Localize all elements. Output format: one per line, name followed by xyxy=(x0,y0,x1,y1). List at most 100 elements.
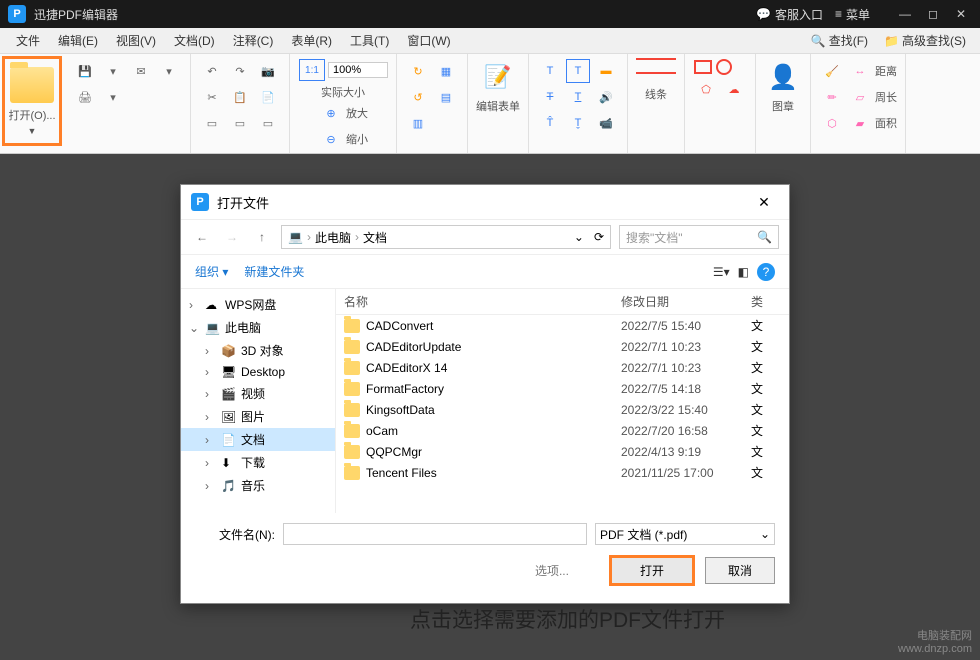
text-icon[interactable]: T̂ xyxy=(538,111,562,135)
shape-icon[interactable]: ⬡ xyxy=(820,111,844,135)
cut-icon[interactable]: ✂ xyxy=(200,85,224,109)
dropdown-icon[interactable]: ▾ xyxy=(101,59,125,83)
tree-item[interactable]: ›📄文档 xyxy=(181,428,335,451)
eraser-icon[interactable]: ✏ xyxy=(820,85,844,109)
menu-edit[interactable]: 编辑(E) xyxy=(50,29,106,52)
distance-icon[interactable]: ↔ xyxy=(848,59,872,83)
view-button[interactable]: ☰▾ xyxy=(713,265,730,279)
maximize-button[interactable]: ◻ xyxy=(922,4,944,24)
options-button[interactable]: 选项... xyxy=(535,562,569,579)
perimeter-icon[interactable]: ▱ xyxy=(848,85,872,109)
file-row[interactable]: Tencent Files2021/11/25 17:00文 xyxy=(336,462,789,483)
preview-button[interactable]: ◧ xyxy=(738,265,749,279)
menu-view[interactable]: 视图(V) xyxy=(108,29,164,52)
highlight-icon[interactable]: ▬ xyxy=(594,59,618,83)
filetype-select[interactable]: PDF 文档 (*.pdf)⌄ xyxy=(595,523,775,545)
find-button[interactable]: 🔍查找(F) xyxy=(805,30,874,51)
menu-tool[interactable]: 工具(T) xyxy=(342,29,397,52)
text-icon[interactable]: T xyxy=(538,59,562,83)
cloud-icon[interactable]: ☁ xyxy=(722,77,746,101)
menu-button[interactable]: ≡ 菜单 xyxy=(835,6,870,23)
organize-button[interactable]: 组织 ▾ xyxy=(195,263,228,280)
col-type[interactable]: 类 xyxy=(751,293,781,310)
up-button[interactable]: ↑ xyxy=(251,226,273,248)
text-icon[interactable]: T̬ xyxy=(566,111,590,135)
text-icon[interactable]: T xyxy=(566,85,590,109)
filename-input[interactable] xyxy=(283,523,587,545)
breadcrumb[interactable]: 💻 › 此电脑 › 文档 ⌄ ⟳ xyxy=(281,225,611,249)
paste-icon[interactable]: 📄 xyxy=(256,85,280,109)
editform-icon[interactable]: 📝 xyxy=(480,59,516,95)
text-tool-icon[interactable]: T xyxy=(566,59,590,83)
chevron-down-icon[interactable]: ⌄ xyxy=(574,230,584,244)
layout-icon[interactable]: ▥ xyxy=(406,111,430,135)
video-icon[interactable]: 📹 xyxy=(594,111,618,135)
tree-item[interactable]: ›☁WPS网盘 xyxy=(181,293,335,316)
close-button[interactable]: ✕ xyxy=(950,4,972,24)
text-icon[interactable]: T xyxy=(538,85,562,109)
dialog-close-button[interactable]: ✕ xyxy=(749,194,779,211)
tree-item[interactable]: ›⬇下载 xyxy=(181,451,335,474)
file-row[interactable]: CADConvert2022/7/5 15:40文 xyxy=(336,315,789,336)
actual-size-icon[interactable]: 1:1 xyxy=(299,59,325,81)
file-row[interactable]: oCam2022/7/20 16:58文 xyxy=(336,420,789,441)
menu-window[interactable]: 窗口(W) xyxy=(399,29,458,52)
crumb-root[interactable]: 此电脑 xyxy=(315,229,351,246)
sound-icon[interactable]: 🔊 xyxy=(594,85,618,109)
mail-icon[interactable]: ✉ xyxy=(129,59,153,83)
print-icon[interactable]: 🖨 xyxy=(73,85,97,109)
menu-comment[interactable]: 注释(C) xyxy=(225,29,282,52)
menu-form[interactable]: 表单(R) xyxy=(283,29,340,52)
col-date[interactable]: 修改日期 xyxy=(621,293,751,310)
refresh-icon[interactable]: ⟳ xyxy=(594,230,604,244)
layout-icon[interactable]: ▦ xyxy=(434,59,458,83)
eraser-icon[interactable]: 🧹 xyxy=(820,59,844,83)
camera-icon[interactable]: 📷 xyxy=(256,59,280,83)
menu-document[interactable]: 文档(D) xyxy=(166,29,223,52)
page-icon[interactable]: ▭ xyxy=(200,111,224,135)
file-row[interactable]: KingsoftData2022/3/22 15:40文 xyxy=(336,399,789,420)
save-icon[interactable]: 💾 xyxy=(73,59,97,83)
cancel-button[interactable]: 取消 xyxy=(705,557,775,584)
file-row[interactable]: CADEditorUpdate2022/7/1 10:23文 xyxy=(336,336,789,357)
tree-item[interactable]: ⌄💻此电脑 xyxy=(181,316,335,339)
rotate-icon[interactable]: ↺ xyxy=(406,85,430,109)
undo-icon[interactable]: ↶ xyxy=(200,59,224,83)
minimize-button[interactable]: — xyxy=(894,4,916,24)
zoomout-icon[interactable]: ⊖ xyxy=(319,127,343,151)
tree-item[interactable]: ›📦3D 对象 xyxy=(181,339,335,362)
tree-item[interactable]: ›🖥Desktop xyxy=(181,362,335,382)
file-row[interactable]: QQPCMgr2022/4/13 9:19文 xyxy=(336,441,789,462)
search-input[interactable]: 搜索"文档" 🔍 xyxy=(619,225,779,249)
menu-file[interactable]: 文件 xyxy=(8,29,48,52)
line-icon[interactable] xyxy=(636,72,676,74)
crumb-folder[interactable]: 文档 xyxy=(363,229,387,246)
forward-button[interactable]: → xyxy=(221,226,243,248)
dropdown-icon[interactable]: ▾ xyxy=(101,85,125,109)
rotate-icon[interactable]: ↻ xyxy=(406,59,430,83)
back-button[interactable]: ← xyxy=(191,226,213,248)
tree-item[interactable]: ›🎵音乐 xyxy=(181,474,335,497)
stamp-icon[interactable]: 👤 xyxy=(765,59,801,95)
open-button[interactable]: 打开(O)... ▼ xyxy=(2,56,62,146)
page-icon[interactable]: ▭ xyxy=(256,111,280,135)
line-icon[interactable] xyxy=(636,58,676,60)
polygon-icon[interactable]: ⬠ xyxy=(694,77,718,101)
advfind-button[interactable]: 📁高级查找(S) xyxy=(878,30,972,51)
redo-icon[interactable]: ↷ xyxy=(228,59,252,83)
page-icon[interactable]: ▭ xyxy=(228,111,252,135)
copy-icon[interactable]: 📋 xyxy=(228,85,252,109)
newfolder-button[interactable]: 新建文件夹 xyxy=(244,263,304,280)
help-icon[interactable]: ? xyxy=(757,263,775,281)
file-row[interactable]: CADEditorX 142022/7/1 10:23文 xyxy=(336,357,789,378)
layout-icon[interactable]: ▤ xyxy=(434,85,458,109)
help-button[interactable]: 💬 客服入口 xyxy=(756,6,823,23)
tree-item[interactable]: ›🖼图片 xyxy=(181,405,335,428)
col-name[interactable]: 名称 xyxy=(344,293,621,310)
area-icon[interactable]: ▰ xyxy=(848,111,872,135)
zoomin-icon[interactable]: ⊕ xyxy=(319,101,343,125)
circle-icon[interactable] xyxy=(716,59,732,75)
rect-icon[interactable] xyxy=(694,60,712,74)
tree-item[interactable]: ›🎬视频 xyxy=(181,382,335,405)
dropdown-icon[interactable]: ▾ xyxy=(157,59,181,83)
